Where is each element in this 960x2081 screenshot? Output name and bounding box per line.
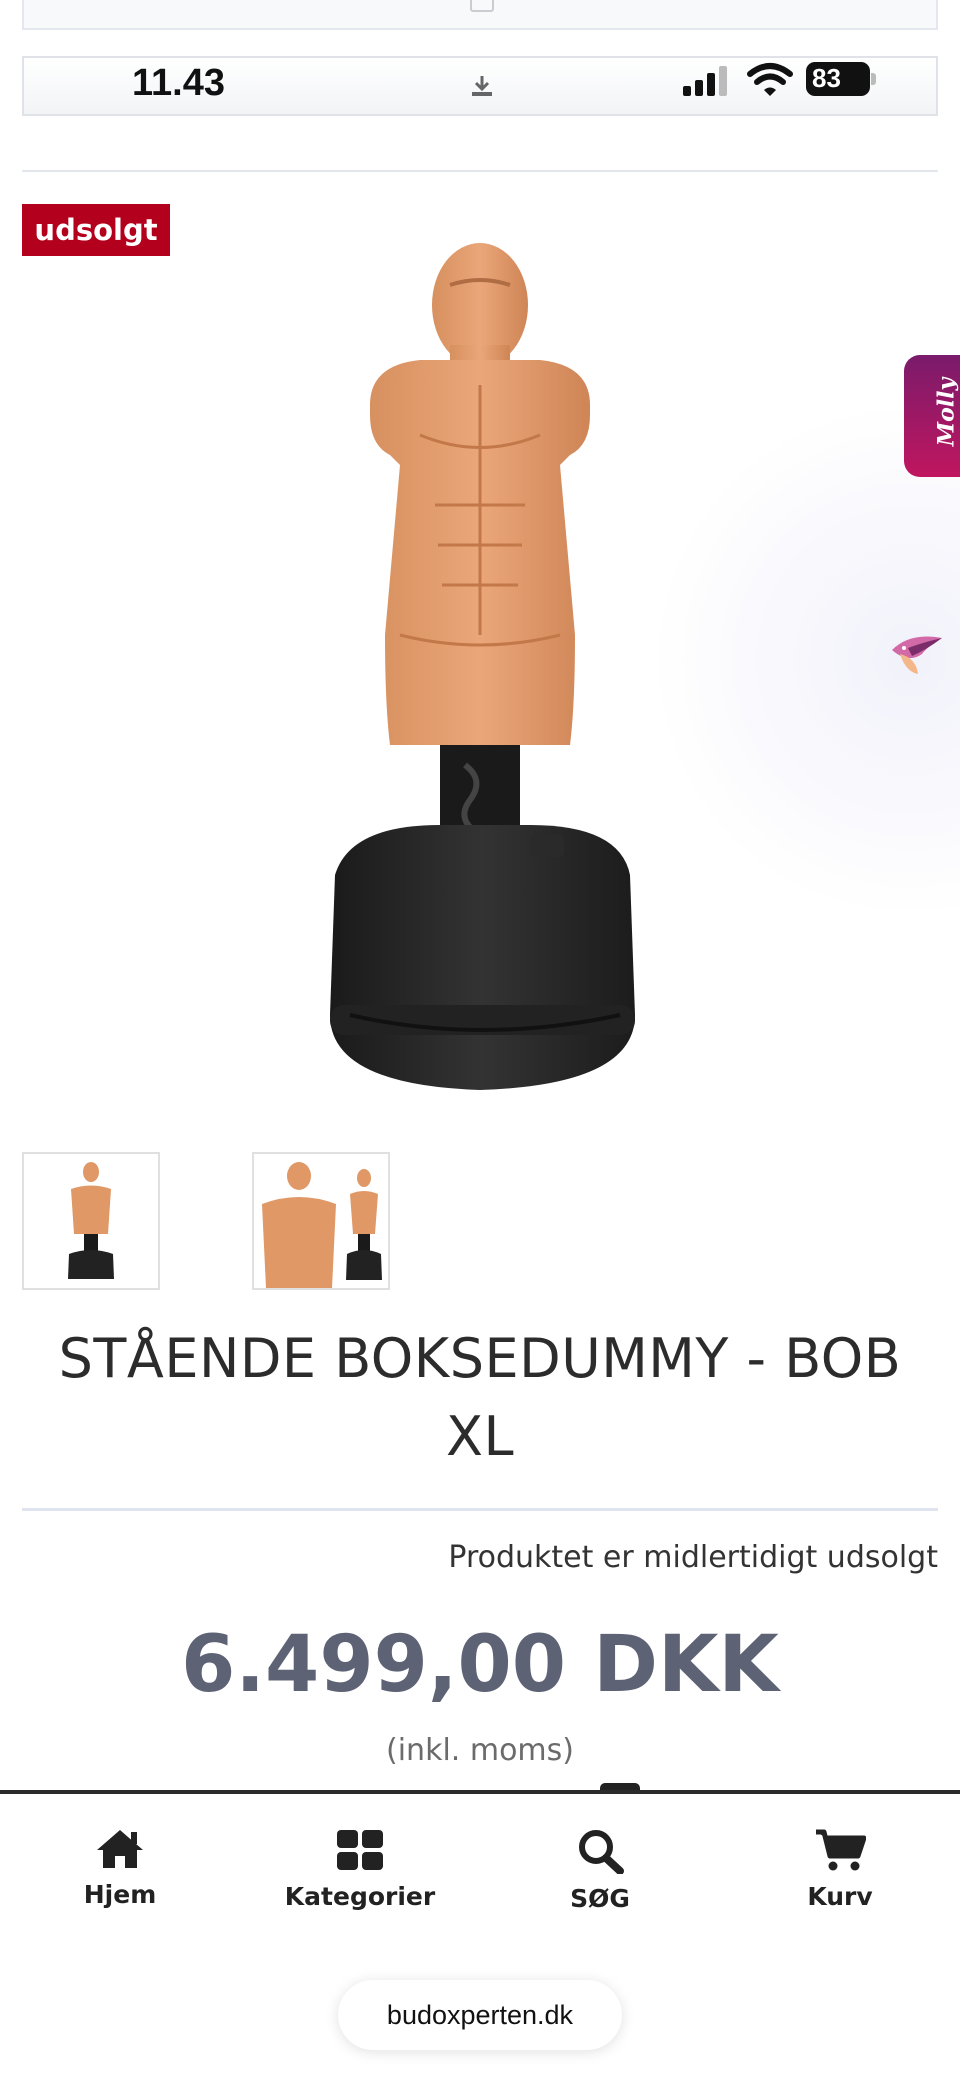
title-divider: [22, 1508, 938, 1511]
product-image[interactable]: [290, 215, 670, 1095]
nav-home[interactable]: Hjem: [0, 1828, 240, 1909]
nav-search[interactable]: SØG: [480, 1828, 720, 1913]
battery-level: 83: [812, 63, 841, 93]
product-thumbnail-1[interactable]: [22, 1152, 160, 1290]
mail-icon: [470, 0, 494, 12]
page: 11.43 83 udsolgt Molly STÅENDE BOKSEDUMM…: [0, 0, 960, 2081]
nav-search-label: SØG: [570, 1884, 630, 1913]
wifi-icon: [747, 63, 793, 96]
status-time: 11.43: [132, 62, 225, 104]
browser-url-bar[interactable]: budoxperten.dk: [338, 1980, 622, 2050]
search-icon: [579, 1830, 624, 1874]
product-price: 6.499,00 DKK: [181, 1620, 779, 1710]
status-bar: 11.43 83: [22, 56, 938, 116]
nav-cart[interactable]: Kurv: [720, 1828, 960, 1911]
product-title: STÅENDE BOKSEDUMMY - BOB XL: [58, 1327, 902, 1468]
battery-indicator: 83: [806, 62, 876, 96]
sold-out-badge: udsolgt: [22, 204, 170, 256]
cart-icon: [816, 1829, 866, 1871]
chat-widget-label: Molly: [933, 377, 960, 447]
header-divider: [22, 170, 938, 172]
top-banner-strip: [22, 0, 938, 30]
chat-widget-tab[interactable]: Molly: [904, 355, 960, 477]
product-thumbnail-2[interactable]: [252, 1152, 390, 1290]
cellular-signal-icon: [683, 66, 727, 96]
home-icon: [97, 1830, 143, 1868]
thumbnail-image-1: [68, 1162, 114, 1279]
nav-home-label: Hjem: [83, 1880, 157, 1909]
stock-status: Produktet er midlertidigt udsolgt: [448, 1540, 938, 1575]
nav-categories-label: Kategorier: [284, 1882, 436, 1911]
download-icon[interactable]: [468, 72, 496, 100]
thumbnail-image-2: [262, 1162, 382, 1288]
chat-bird-icon[interactable]: [888, 628, 946, 684]
nav-cart-label: Kurv: [807, 1882, 873, 1911]
vat-note: (inkl. moms): [386, 1733, 574, 1768]
nav-categories[interactable]: Kategorier: [240, 1828, 480, 1911]
grid-icon: [337, 1830, 383, 1870]
